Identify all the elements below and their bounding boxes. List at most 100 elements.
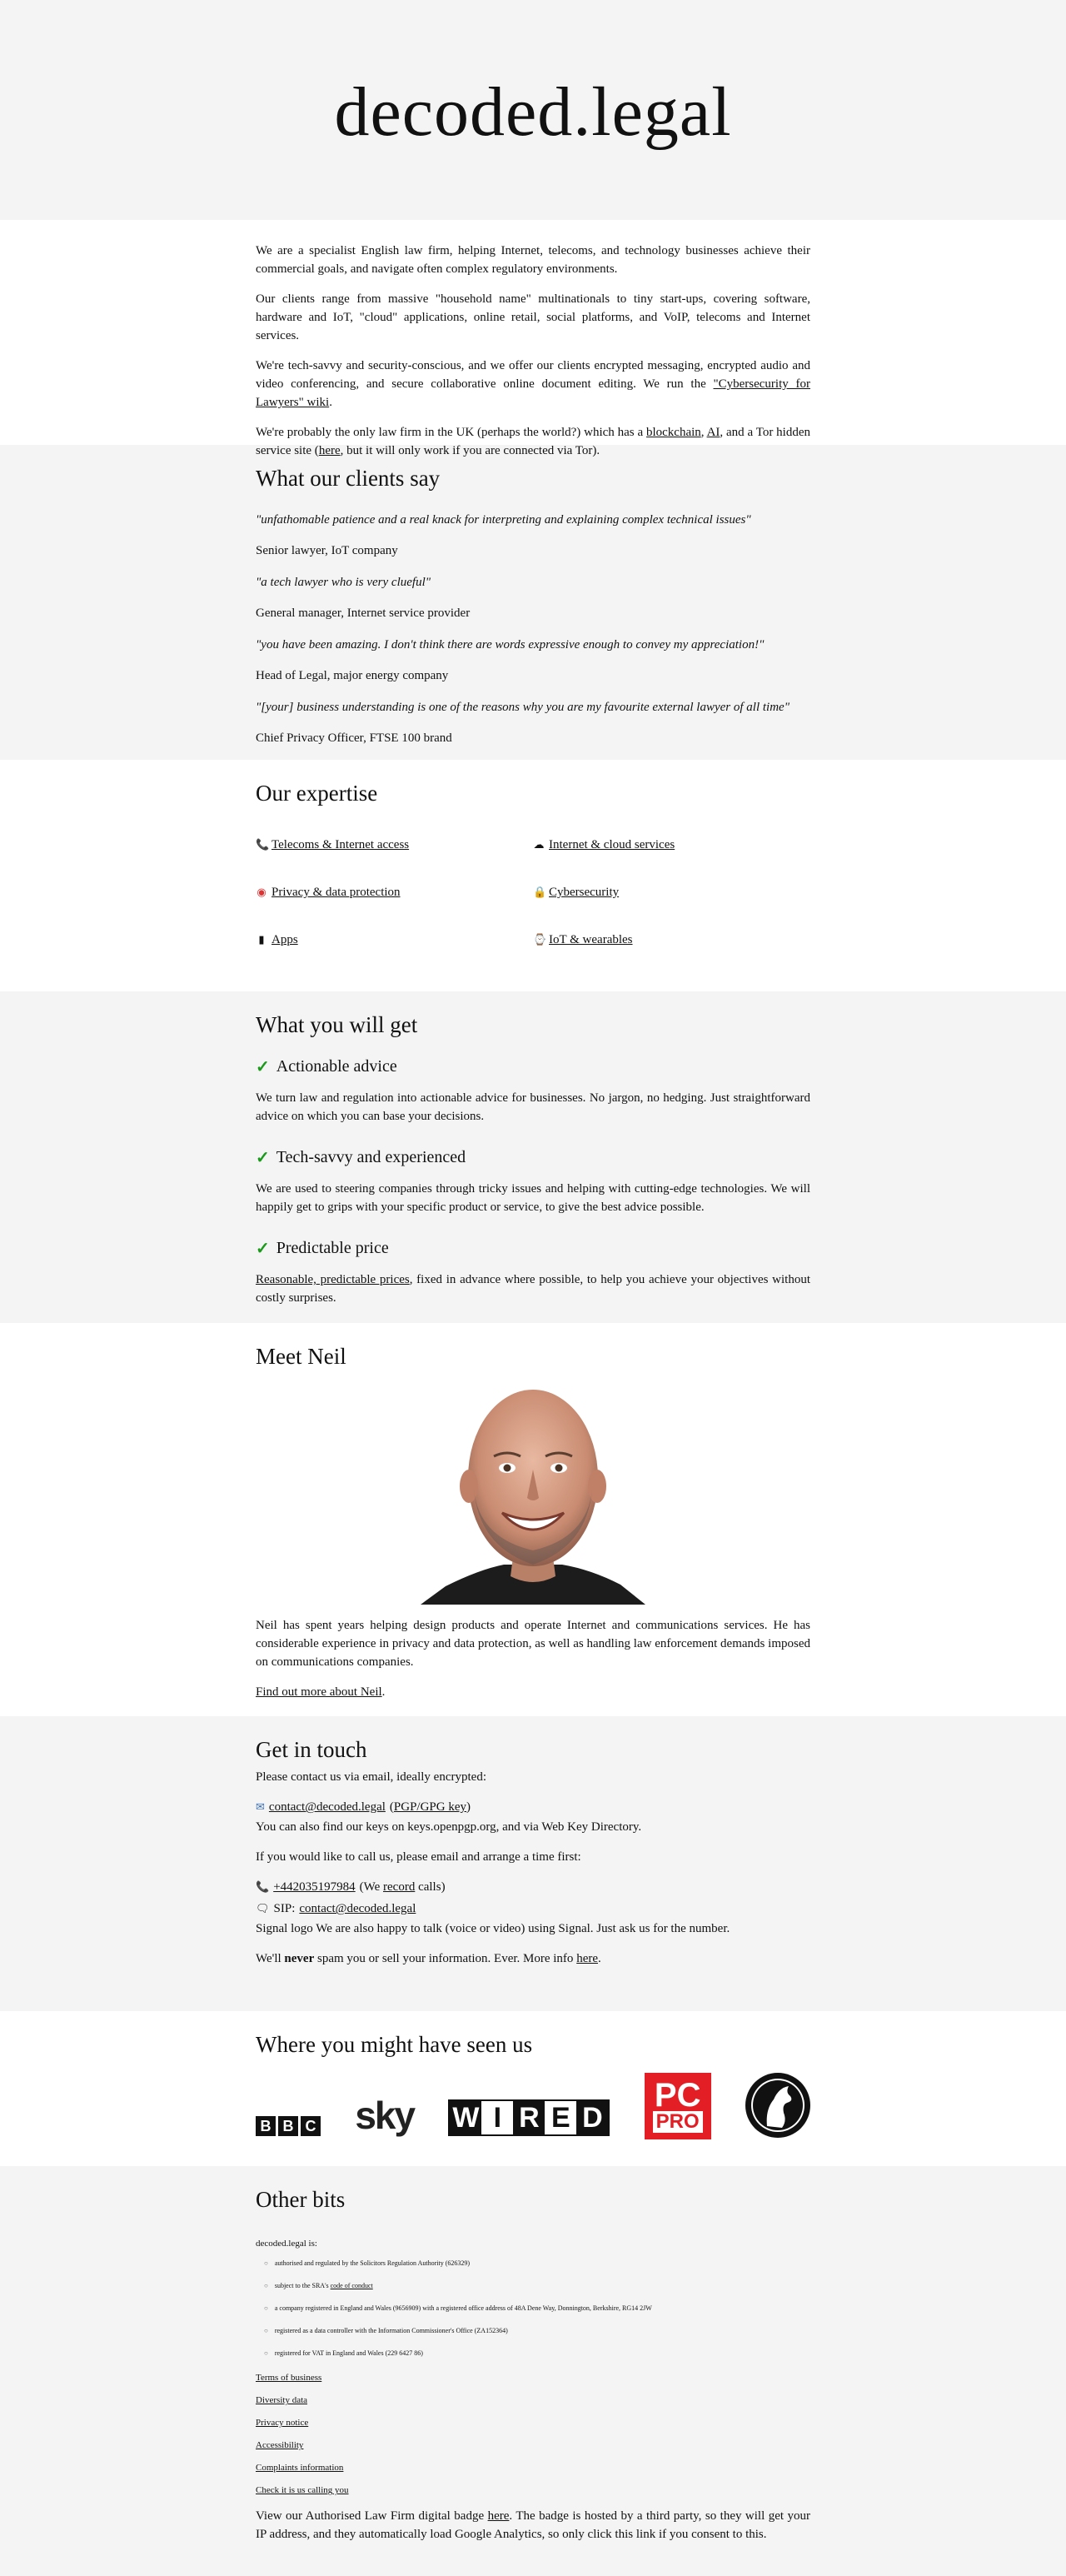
call-text: If you would like to call us, please ema…: [256, 1850, 581, 1865]
terms-link[interactable]: Terms of business: [256, 2372, 810, 2384]
bbc-logo: B B C: [256, 2116, 321, 2137]
find-out-more-link[interactable]: Find out more about Neil: [256, 1685, 382, 1699]
benefit-title-text: Predictable price: [276, 1239, 389, 1258]
blockchain-link[interactable]: blockchain: [646, 426, 701, 439]
privacy-link[interactable]: Privacy & data protection: [271, 886, 401, 900]
text: .: [381, 1685, 386, 1700]
horse-head-icon: [751, 2079, 804, 2133]
site-title: decoded.legal: [334, 72, 732, 151]
benefit-title: ✓ Predictable price: [256, 1238, 810, 1259]
meet-neil-section: Meet Neil Neil has spent years helping d…: [0, 1323, 1066, 1716]
press-logos: B B C sky W I R E D PC PRO: [256, 2069, 810, 2140]
section-heading: Where you might have seen us: [256, 2032, 533, 2057]
email-link[interactable]: contact@decoded.legal: [269, 1798, 386, 1816]
testimonial-quote: "[your] business understanding is one of…: [256, 701, 790, 715]
bullet-icon: ○: [264, 2259, 268, 2268]
benefit-text: Reasonable, predictable prices, fixed in…: [256, 1271, 810, 1307]
sip-line: 🗨 SIP: contact@decoded.legal: [256, 1900, 810, 1918]
text: subject to the SRA's: [274, 2282, 331, 2290]
neil-more: Find out more about Neil.: [256, 1683, 810, 1701]
badge-text: View our Authorised Law Firm digital bad…: [256, 2507, 810, 2544]
benefit-text: We turn law and regulation into actionab…: [256, 1091, 810, 1124]
iot-link[interactable]: IoT & wearables: [549, 933, 633, 947]
privacy-info-link[interactable]: here: [576, 1952, 598, 1965]
section-heading: Get in touch: [256, 1737, 367, 1762]
bullet-icon: ○: [264, 2282, 268, 2290]
expertise-item: 📞 Telecoms & Internet access: [256, 838, 533, 851]
apps-link[interactable]: Apps: [271, 933, 298, 947]
text: spam you or sell your information. Ever.…: [314, 1952, 577, 1966]
bullet-icon: ○: [264, 2327, 268, 2335]
portrait-photo: [421, 1390, 645, 1605]
text: We'll: [256, 1952, 285, 1966]
code-of-conduct-link[interactable]: code of conduct: [331, 2282, 373, 2289]
testimonial-author: General manager, Internet service provid…: [256, 607, 471, 621]
complaints-link[interactable]: Complaints information: [256, 2462, 810, 2474]
diversity-link[interactable]: Diversity data: [256, 2394, 810, 2406]
badge-link[interactable]: here: [488, 2509, 510, 2523]
list-item: ○ a company registered in England and Wal…: [264, 2304, 810, 2313]
text: .: [329, 396, 332, 409]
phone-icon: 📞: [256, 838, 270, 851]
bullet-icon: ○: [264, 2349, 268, 2358]
expertise-item: ☁ Internet & cloud services: [533, 838, 810, 851]
pgp-key-link[interactable]: PGP/GPG key: [394, 1800, 466, 1814]
text: ,: [700, 426, 707, 439]
benefit-title-text: Actionable advice: [276, 1057, 397, 1076]
expertise-grid: 📞 Telecoms & Internet access ☁ Internet …: [256, 838, 810, 946]
list-item: ○ authorised and regulated by the Solicit…: [264, 2259, 810, 2268]
footer-links: Terms of business Diversity data Privacy…: [256, 2372, 810, 2496]
check-caller-link[interactable]: Check it is us calling you: [256, 2484, 810, 2496]
section-heading: Our expertise: [256, 781, 378, 806]
checkmark-icon: ✓: [256, 1058, 270, 1077]
list-item: ○ registered for VAT in England and Wales…: [264, 2349, 810, 2358]
checkmark-icon: ✓: [256, 1149, 270, 1168]
pgp-wrap: (PGP/GPG key): [390, 1798, 471, 1816]
pricing-link[interactable]: Reasonable, predictable prices: [256, 1273, 410, 1286]
sky-logo: sky: [355, 2094, 416, 2138]
list-item-text: registered as a data controller with the…: [274, 2327, 508, 2335]
watch-icon: ⌚: [533, 933, 547, 946]
record-link[interactable]: record: [383, 1880, 415, 1894]
sip-link[interactable]: contact@decoded.legal: [299, 1900, 416, 1918]
testimonial-quote: "unfathomable patience and a real knack …: [256, 513, 751, 527]
lifebuoy-icon: ◉: [257, 886, 266, 899]
text: ): [466, 1800, 471, 1815]
expertise-section: Our expertise 📞 Telecoms & Internet acce…: [0, 760, 1066, 991]
list-item: ○ subject to the SRA's code of conduct: [264, 2282, 810, 2290]
envelope-icon: ✉: [256, 1800, 265, 1814]
cloud-icon: ☁: [533, 838, 545, 851]
email-line: ✉ contact@decoded.legal (PGP/GPG key): [256, 1798, 810, 1816]
intro-paragraph: Our clients range from massive "househol…: [256, 292, 810, 342]
tor-link[interactable]: here: [319, 444, 341, 457]
testimonials-section: What our clients say "unfathomable patie…: [0, 445, 1066, 760]
text: calls): [415, 1880, 446, 1895]
keys-text: You can also find our keys on keys.openp…: [256, 1820, 642, 1835]
benefit-item: ✓ Tech-savvy and experienced We are used …: [256, 1147, 810, 1216]
section-heading: What you will get: [256, 1012, 418, 1037]
list-item-text: subject to the SRA's code of conduct: [275, 2282, 373, 2290]
expertise-item: ⌚ IoT & wearables: [533, 933, 810, 946]
other-intro: decoded.legal is:: [256, 2239, 317, 2249]
cybersecurity-link[interactable]: Cybersecurity: [549, 886, 619, 900]
telecoms-link[interactable]: Telecoms & Internet access: [271, 838, 409, 852]
accessibility-link[interactable]: Accessibility: [256, 2439, 810, 2451]
intro-section: We are a specialist English law firm, he…: [0, 220, 1066, 457]
cloud-services-link[interactable]: Internet & cloud services: [549, 838, 675, 852]
section-heading: Other bits: [256, 2187, 346, 2212]
privacy-notice-link[interactable]: Privacy notice: [256, 2417, 810, 2429]
press-section: Where you might have seen us B B C sky W…: [0, 2011, 1066, 2166]
checkmark-icon: ✓: [256, 1240, 270, 1259]
text: We're probably the only law firm in the …: [256, 426, 646, 439]
expertise-item: 🔒 Cybersecurity: [533, 886, 810, 899]
expertise-item: ▮ Apps: [256, 933, 533, 946]
emphasis: never: [284, 1952, 315, 1966]
benefit-title: ✓ Actionable advice: [256, 1056, 810, 1077]
testimonial-author: Head of Legal, major energy company: [256, 669, 449, 683]
ai-link[interactable]: AI: [707, 426, 720, 439]
testimonial-author: Chief Privacy Officer, FTSE 100 brand: [256, 731, 452, 746]
contact-section: Get in touch Please contact us via email…: [0, 1716, 1066, 2011]
benefits-section: What you will get ✓ Actionable advice We …: [0, 991, 1066, 1323]
phone-link[interactable]: +442035197984: [273, 1878, 355, 1896]
text: , but it will only work if you are conne…: [340, 444, 600, 457]
